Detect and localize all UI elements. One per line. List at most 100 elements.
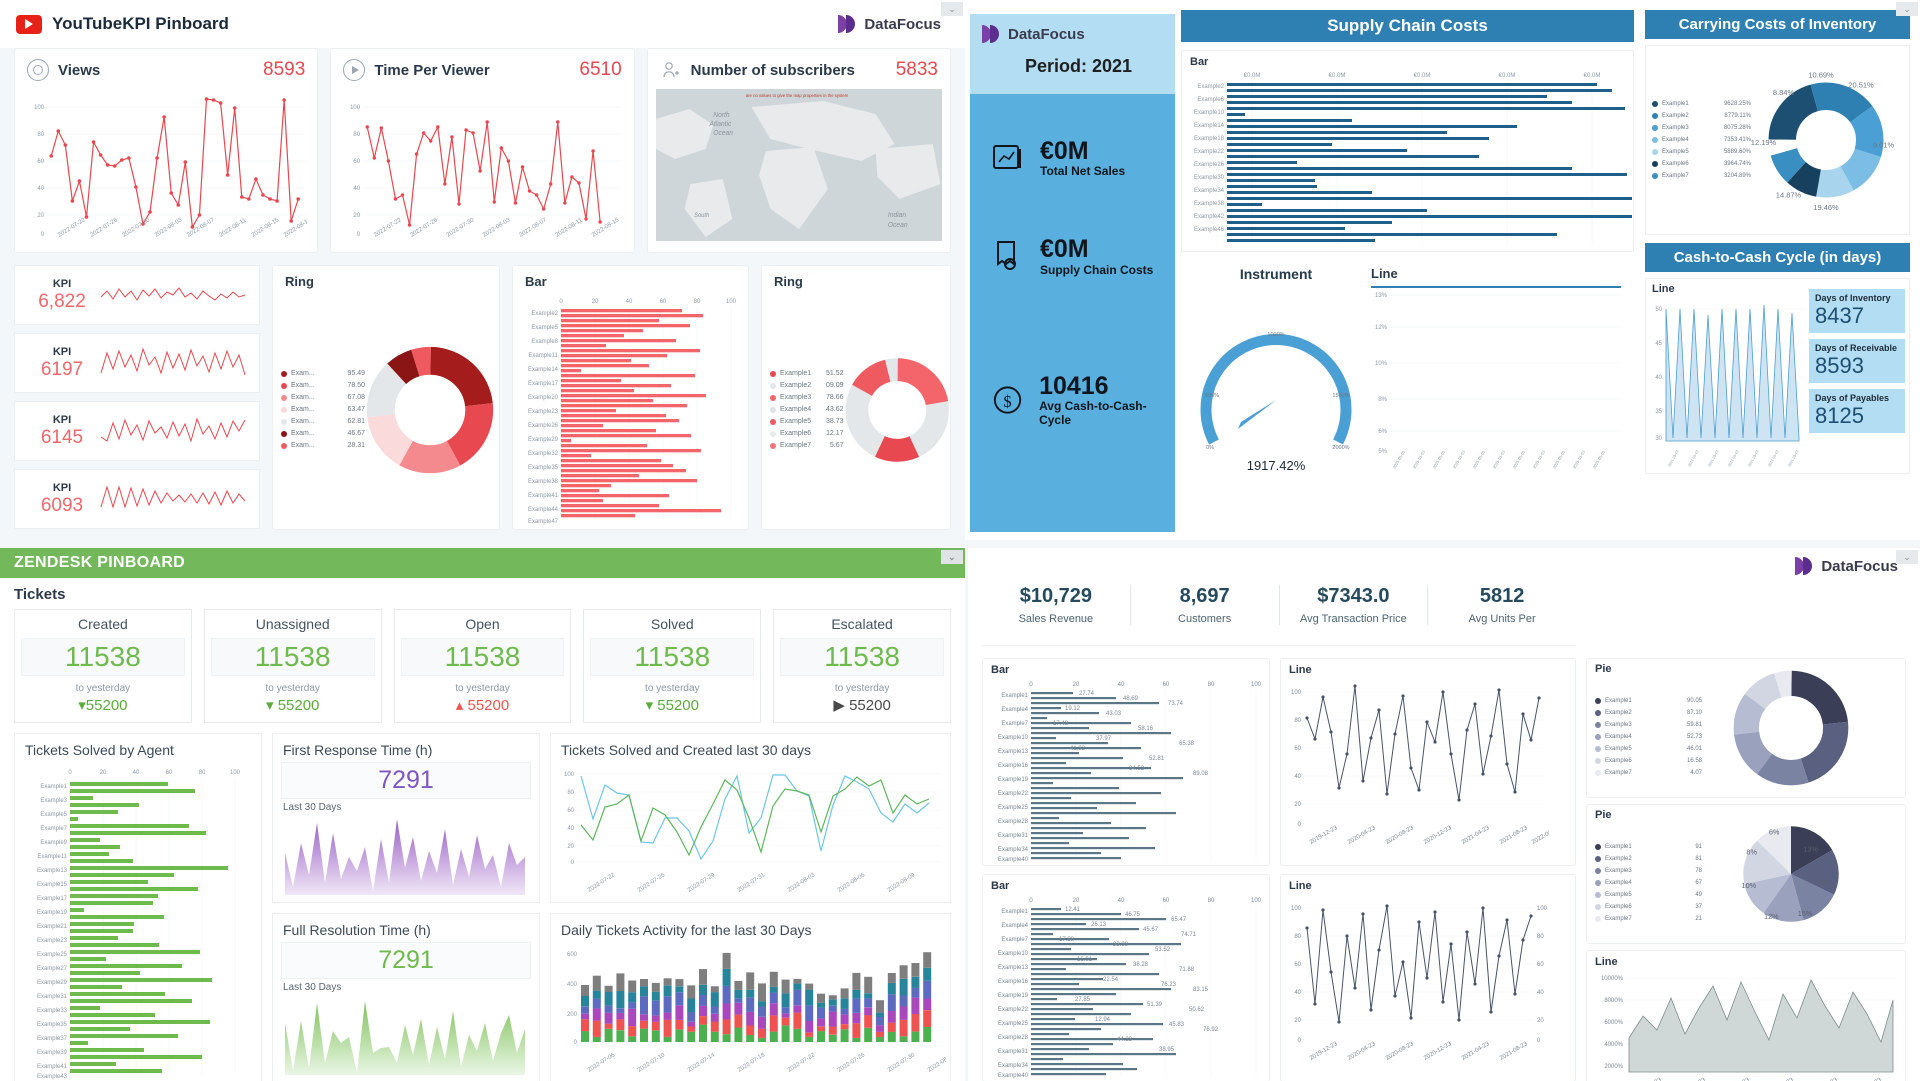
- svg-text:Example7: Example7: [1001, 937, 1028, 943]
- window-collapse-button[interactable]: ⌄: [1896, 2, 1918, 16]
- svg-text:Example11: Example11: [528, 353, 558, 359]
- svg-text:Example38: Example38: [528, 479, 559, 485]
- svg-text:Example16: Example16: [998, 979, 1029, 985]
- tile-days-of-payables[interactable]: Days of Payables 8125: [1809, 389, 1905, 433]
- ticket-tile-solved[interactable]: Solved 11538 to yesterday ▾ 55200: [583, 609, 762, 723]
- svg-text:2020-08-23: 2020-08-23: [1721, 1077, 1751, 1081]
- ticket-tile-unassigned[interactable]: Unassigned 11538 to yesterday ▾ 55200: [203, 609, 382, 723]
- svg-text:Example11: Example11: [37, 854, 67, 860]
- ring-chart-right[interactable]: Ring Example1 51.52 Example2 09.09 Example…: [760, 265, 951, 530]
- ticket-tile-open[interactable]: Open 11538 to yesterday ▴ 55200: [393, 609, 572, 723]
- svg-text:Example13: Example13: [998, 965, 1029, 971]
- daily-activity-card[interactable]: Daily Tickets Activity for the last 30 D…: [550, 913, 957, 1081]
- svg-text:10000%: 10000%: [1601, 976, 1624, 982]
- svg-text:2022-07-14: 2022-07-14: [687, 1052, 717, 1074]
- svg-text:Example17: Example17: [528, 381, 559, 387]
- retail-chart-grid: Bar 0 20 40 60 80 100 Example1 Example4 …: [968, 646, 1920, 1081]
- area-card[interactable]: Line 10000% 8000% 6000% 4000% 2000%: [1586, 950, 1906, 1081]
- solved-created-card[interactable]: Tickets Solved and Created last 30 days …: [550, 733, 951, 903]
- trend-column: Tickets Solved and Created last 30 days …: [550, 733, 957, 1081]
- kpi-avg-transaction-price[interactable]: $7343.0 Avg Transaction Price: [1280, 584, 1429, 625]
- tile-value: 11538: [21, 638, 185, 676]
- ticket-tile-created[interactable]: Created 11538 to yesterday ▾55200: [14, 609, 192, 723]
- supply-chain-window: DataFocus Period: 2021 €0M Total Net Sal…: [965, 0, 1920, 540]
- svg-text:2022-08-06: 2022-08-06: [837, 872, 867, 894]
- tickets-by-agent-card[interactable]: Tickets Solved by Agent 0 20 40 60 80 100 Ex…: [14, 733, 262, 1081]
- svg-text:2021-01-01: 2021-01-01: [1747, 449, 1759, 467]
- tile-days-of-inventory[interactable]: Days of Inventory 8437: [1809, 289, 1905, 333]
- retail-bar-card-1[interactable]: Bar 0 20 40 60 80 100 Example1 Example4 …: [982, 658, 1270, 866]
- period-label: Last 30 Days: [283, 982, 342, 993]
- svg-text:100: 100: [1537, 906, 1548, 912]
- supply-summary-rail: DataFocus Period: 2021 €0M Total Net Sal…: [970, 14, 1175, 532]
- kpi-customers[interactable]: 8,697 Customers: [1131, 584, 1280, 625]
- kpi-value: 8593: [263, 59, 306, 80]
- first-response-card[interactable]: First Response Time (h) 7291 Last 30 Day…: [272, 733, 540, 903]
- chart-title: First Response Time (h): [283, 742, 433, 758]
- ticket-tile-escalated[interactable]: Escalated 11538 to yesterday ▶ 55200: [773, 609, 951, 723]
- kpi-avg-units-per[interactable]: 5812 Avg Units Per: [1428, 585, 1576, 625]
- cash-cycle-card[interactable]: Line 50 45 40 35 30 2021-01-01 2021-01-0…: [1645, 278, 1910, 474]
- retail-line-card-2[interactable]: Line 100 80 60 40 20 0 100 80 60 40 20 0…: [1280, 874, 1576, 1081]
- svg-text:2021-01-01: 2021-01-01: [1572, 449, 1587, 470]
- supply-line-card[interactable]: Line 13% 12% 10% 8% 6% 5% 2021-01-01 202…: [1371, 266, 1634, 482]
- svg-text:40: 40: [1537, 990, 1544, 996]
- mini-kpi-4[interactable]: KPI 6093: [14, 469, 260, 529]
- subscribers-map[interactable]: North Atlantic Ocean Indian Ocean South …: [655, 89, 942, 241]
- pie-card-2[interactable]: Pie Example1 91 Example2 81 Example3 78 Exa…: [1586, 804, 1906, 944]
- svg-text:Example22: Example22: [998, 1007, 1029, 1013]
- kpi-card-subscribers[interactable]: Number of subscribers 5833 North Atlanti…: [646, 48, 951, 253]
- svg-text:Example5: Example5: [40, 812, 67, 818]
- mini-kpi-3[interactable]: KPI 6145: [14, 401, 260, 461]
- bar-chart-youtube[interactable]: Bar 0 20 40 60 80 100 Example2 Example5 Exampl…: [511, 265, 749, 530]
- svg-text:83.15: 83.15: [1193, 987, 1209, 993]
- svg-text:Example25: Example25: [998, 805, 1029, 811]
- kpi-sales-revenue[interactable]: $10,729 Sales Revenue: [982, 584, 1131, 625]
- pie-card-1[interactable]: Pie Example1 90.05 Example2 87.10 Example3…: [1586, 658, 1906, 798]
- mini-kpi-2[interactable]: KPI 6197: [14, 333, 260, 393]
- carrying-costs-card[interactable]: Example1 9628.25% Example2 8779.11% Exampl…: [1645, 45, 1910, 235]
- full-resolution-card[interactable]: Full Resolution Time (h) 7291 Last 30 Da…: [272, 913, 540, 1081]
- metric-supply-chain-costs[interactable]: €0M Supply Chain Costs: [970, 236, 1175, 277]
- svg-text:Example7: Example7: [1001, 721, 1028, 727]
- svg-text:Example21: Example21: [37, 924, 68, 930]
- mini-kpi-value: 6,822: [38, 290, 86, 312]
- retail-line-card-1[interactable]: Line 100 80 60 40 20 0 2019-12-23 2020-0…: [1280, 658, 1576, 866]
- svg-text:20: 20: [37, 213, 44, 219]
- svg-text:Example26: Example26: [528, 423, 559, 429]
- svg-text:100: 100: [1251, 898, 1262, 904]
- instrument-card[interactable]: Instrument 1000% 500% 1500% 0% 2000% 191…: [1181, 266, 1371, 482]
- svg-text:80: 80: [1208, 898, 1215, 904]
- kpi-label: Views: [58, 61, 101, 79]
- kpi-card-time-per-viewer[interactable]: Time Per Viewer 6510 100 80 60 40 20 0 2…: [330, 48, 635, 253]
- zendesk-title-bar: ZENDESK PINBOARD ⌄: [0, 548, 965, 578]
- svg-text:38.28: 38.28: [1133, 962, 1149, 968]
- svg-text:45.83: 45.83: [1169, 1022, 1185, 1028]
- tile-days-of-receivable[interactable]: Days of Receivable 8593: [1809, 339, 1905, 383]
- svg-text:6000%: 6000%: [1604, 1020, 1623, 1026]
- kpi-card-views[interactable]: Views 8593 100 80 60 40 20 0 2022-07-22 …: [14, 48, 319, 253]
- bar-chart-svg: 0 20 40 60 80 100 Example2 Example5 Example8 E…: [528, 299, 737, 525]
- supply-bar-chart: €0.0M €0.0M €0.0M €0.0M €0.0M Example2 Examp…: [1194, 73, 1633, 244]
- retail-bar-card-2[interactable]: Bar 0 20 40 60 80 100 Example1 Example4 …: [982, 874, 1270, 1081]
- svg-text:100: 100: [1291, 906, 1302, 912]
- views-line-chart: 100 80 60 40 20 0 2022-07-22 2022-07-26 …: [25, 89, 307, 239]
- metric-avg-cash-cycle[interactable]: $ 10416 Avg Cash-to-Cash-Cycle: [970, 372, 1175, 427]
- metric-total-net-sales[interactable]: €0M Total Net Sales: [970, 138, 1175, 178]
- svg-text:Example5: Example5: [531, 325, 558, 331]
- supply-bar-card[interactable]: Bar €0.0M €0.0M €0.0M €0.0M €0.0M Example2 E…: [1181, 50, 1634, 252]
- youtube-kpi-window: YouTubeKPI Pinboard DataFocus ⌄ Views 85…: [0, 0, 965, 545]
- svg-text:12.41: 12.41: [1065, 907, 1081, 913]
- mini-kpi-1[interactable]: KPI 6,822: [14, 265, 260, 325]
- datafocus-logo: DataFocus: [1795, 556, 1898, 576]
- svg-text:2022-08-03: 2022-08-03: [482, 217, 512, 239]
- window-collapse-button[interactable]: ⌄: [941, 2, 963, 16]
- ring-chart-left[interactable]: Ring Exam... 95.49 Exam... 78.50 Exam... 67…: [272, 265, 500, 530]
- svg-text:Example30: Example30: [1194, 175, 1225, 181]
- window-collapse-button[interactable]: ⌄: [1896, 550, 1918, 564]
- svg-text:2021-01-01: 2021-01-01: [1512, 449, 1527, 470]
- window-collapse-button[interactable]: ⌄: [941, 550, 963, 564]
- svg-text:50: 50: [1655, 307, 1662, 313]
- svg-text:Example31: Example31: [998, 1049, 1029, 1055]
- svg-text:Example10: Example10: [1194, 110, 1225, 116]
